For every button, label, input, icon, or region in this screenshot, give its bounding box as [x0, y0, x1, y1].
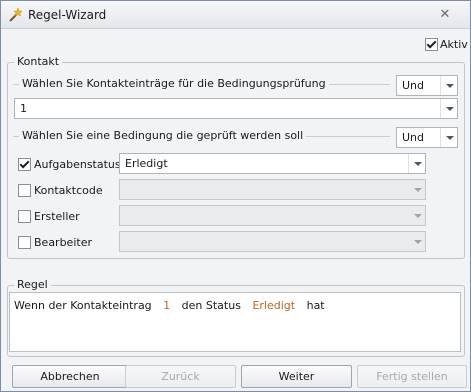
ersteller-checkbox[interactable] [18, 210, 31, 223]
aktiv-label: Aktiv [440, 38, 468, 51]
chevron-down-icon[interactable] [409, 206, 425, 225]
back-button[interactable]: Zurück [125, 365, 236, 388]
chevron-down-icon[interactable] [440, 76, 457, 95]
cancel-button[interactable]: Abbrechen [12, 365, 128, 388]
rule-text-part2: den Status [181, 299, 241, 312]
close-button[interactable]: ✕ [434, 6, 456, 23]
rule-summary-box: Wenn der Kontakteintrag 1 den Status Erl… [9, 292, 461, 352]
title-bar: Regel-Wizard ✕ [1, 1, 470, 29]
selection-label: Wählen Sie Kontakteinträge für die Bedin… [19, 77, 329, 90]
chevron-down-icon[interactable] [409, 232, 425, 251]
rule-text-part3: hat [306, 299, 325, 312]
finish-button[interactable]: Fertig stellen [357, 365, 467, 388]
window-title: Regel-Wizard [28, 8, 107, 22]
kontaktcode-select[interactable] [119, 179, 426, 200]
kontakt-legend: Kontakt [14, 55, 63, 68]
chevron-down-icon[interactable] [408, 154, 425, 173]
aufgabenstatus-value: Erledigt [125, 157, 168, 170]
selection-operator-select[interactable]: Und [396, 75, 458, 96]
bearbeiter-select[interactable] [119, 231, 426, 252]
chevron-down-icon[interactable] [440, 128, 457, 147]
close-icon: ✕ [439, 7, 451, 22]
bearbeiter-checkbox[interactable] [18, 236, 31, 249]
kontaktcode-label: Kontaktcode [34, 184, 103, 197]
condition-operator-value: Und [402, 131, 425, 144]
contact-entries-select[interactable]: 1 [14, 98, 458, 119]
ersteller-select[interactable] [119, 205, 426, 226]
contact-entries-value: 1 [20, 102, 27, 115]
rule-summary-text: Wenn der Kontakteintrag 1 den Status Erl… [14, 299, 333, 312]
bearbeiter-label: Bearbeiter [34, 236, 92, 249]
regel-legend: Regel [14, 278, 51, 291]
kontaktcode-checkbox[interactable] [18, 184, 31, 197]
chevron-down-icon[interactable] [409, 180, 425, 199]
ersteller-label: Ersteller [34, 210, 80, 223]
regel-wizard-window: Regel-Wizard ✕ Aktiv Kontakt Wählen Sie … [0, 0, 471, 392]
chevron-down-icon[interactable] [440, 99, 457, 118]
next-button[interactable]: Weiter [241, 365, 352, 388]
wizard-wand-icon [9, 7, 23, 22]
rule-value-contact[interactable]: 1 [163, 299, 170, 312]
aufgabenstatus-label: Aufgabenstatus [34, 158, 121, 171]
aufgabenstatus-checkbox[interactable] [18, 158, 31, 171]
aktiv-checkbox[interactable] [425, 38, 438, 51]
rule-value-status[interactable]: Erledigt [252, 299, 295, 312]
rule-text-part1: Wenn der Kontakteintrag [14, 299, 152, 312]
condition-operator-select[interactable]: Und [396, 127, 458, 148]
condition-label: Wählen Sie eine Bedingung die geprüft we… [19, 129, 307, 142]
aufgabenstatus-select[interactable]: Erledigt [119, 153, 426, 174]
selection-operator-value: Und [402, 79, 425, 92]
